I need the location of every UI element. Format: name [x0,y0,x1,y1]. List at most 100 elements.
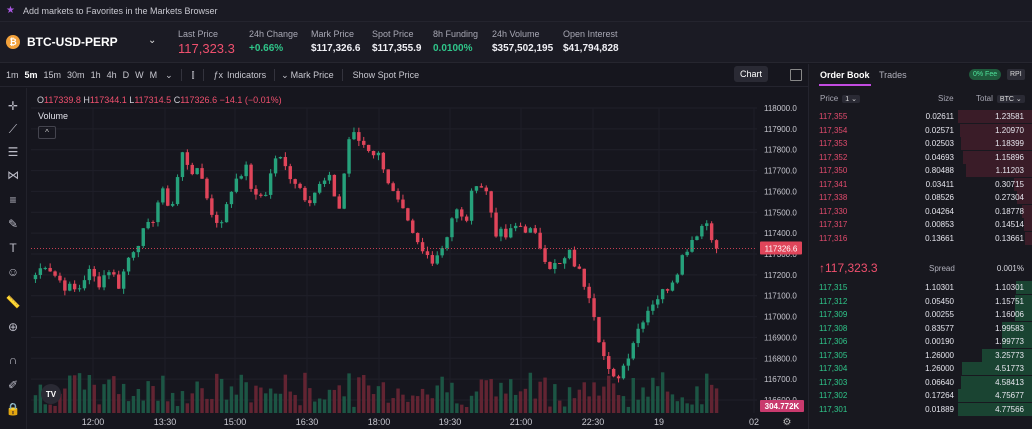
chevron-down-icon[interactable]: ⌄ [165,70,173,81]
lock-drawings-icon[interactable]: ✐ [5,377,21,393]
pattern-icon[interactable]: ⋈ [5,167,21,183]
volume-bar [660,372,665,413]
volume-bar [68,375,72,413]
zoom-in-icon[interactable]: ⊕ [5,319,21,335]
order-size: 0.01889 [925,404,954,414]
candle-body [229,191,234,205]
candle-body [631,343,635,359]
candle-body [509,228,513,238]
lock-icon[interactable]: 🔒 [5,401,21,417]
volume-bar [156,400,160,413]
candle-body [210,198,214,215]
volume-bar [675,401,680,413]
total-unit-value: BTC [999,96,1014,103]
chart-view-button[interactable]: Chart [734,66,768,82]
horizontal-lines-icon[interactable]: ☰ [5,144,21,160]
candle-body [494,212,498,237]
order-size: 0.02611 [925,112,954,121]
price-chart[interactable]: 118000.0 117900.0 117800.0 117700.0 117600.0… [27,88,807,429]
volume-bar [709,384,714,413]
candle-type-icon[interactable]: ⫿ [192,70,195,81]
order-price: 117,338 [819,193,848,202]
mark-price-button[interactable]: Mark Price [291,70,334,80]
timeframe-M[interactable]: M [150,70,158,80]
candle-body [102,275,106,288]
brush-icon[interactable]: ✎ [5,216,21,232]
magnet-icon[interactable]: ∩ [5,352,21,368]
volume-bar [401,394,405,413]
price-column-header: Price 1 ⌄ [820,94,860,103]
ask-row[interactable]: 117,316 0.13661 0.13661 [809,231,1032,246]
candle-body [141,228,145,246]
candle-body [347,139,351,174]
timeframe-1h[interactable]: 1h [91,70,101,80]
candle-body [151,221,155,223]
timeframe-15m[interactable]: 15m [44,70,62,80]
candle-body [185,152,190,165]
indicators-icon[interactable]: ƒx [214,70,224,80]
tab-order-book[interactable]: Order Book [820,70,870,80]
indicators-button[interactable]: Indicators [227,70,266,80]
text-tool-icon[interactable]: T [5,240,21,256]
candle-body [239,176,243,179]
fib-icon[interactable]: ≡ [5,192,21,208]
candle-body [401,199,405,209]
volume-bar [317,398,322,413]
emoji-icon[interactable]: ☺ [5,264,21,280]
timeframe-D[interactable]: D [123,70,130,80]
candle-body [293,179,297,184]
rpi-badge[interactable]: RPI [1007,69,1025,80]
volume-bar [513,394,518,413]
volume-bar [396,388,400,413]
order-size: 0.04264 [925,206,954,216]
x-tick-label: 12:00 [82,417,105,427]
volume-bar [244,382,248,413]
total-unit-select[interactable]: BTC ⌄ [996,95,1025,103]
candle-body [705,223,709,226]
tab-trades[interactable]: Trades [879,70,907,80]
candle-body [415,232,420,243]
order-total: 4.58413 [995,377,1024,387]
timeframe-5m[interactable]: 5m [25,70,38,80]
trendline-icon[interactable]: ⟋ [5,121,21,137]
show-spot-price-button[interactable]: Show Spot Price [353,70,420,80]
candle-body [288,166,292,180]
volume-bar [141,400,145,413]
chevron-down-icon[interactable]: ⌄ [148,35,156,46]
volume-bar [469,395,474,413]
volume-bar [322,399,327,413]
candle-body [420,242,425,252]
candle-body [121,271,126,289]
timeframe-30m[interactable]: 30m [67,70,85,80]
volume-bar [288,391,292,413]
tradingview-logo-text: TV [46,390,57,399]
timeframe-W[interactable]: W [135,70,144,80]
volume-bar [509,379,513,413]
candle-body [268,173,273,195]
mid-price: ↑117,323.3 [819,261,878,275]
candle-body [342,173,346,209]
bid-row[interactable]: 117,301 0.01889 4.77566 [809,402,1032,417]
collapse-legend-button[interactable]: ^ [38,126,56,139]
volume-bar [371,394,376,413]
order-total: 1.10301 [995,283,1024,292]
mark-price-chevron-icon[interactable]: ⌄ [281,70,289,81]
volume-bar [685,403,689,413]
candle-body [567,249,572,259]
crosshair-icon[interactable]: ✛ [5,98,21,114]
candle-body [538,232,542,249]
market-symbol[interactable]: BTC-USD-PERP [27,35,118,49]
candle-body [533,228,537,233]
candle-body [651,304,655,311]
order-total: 1.15896 [995,152,1024,162]
x-tick-label: 19:30 [439,417,462,427]
candle-body [445,237,449,249]
timeframe-4h[interactable]: 4h [107,70,117,80]
timeframe-1m[interactable]: 1m [6,70,19,80]
volume-bar [298,405,302,413]
ruler-icon[interactable]: 📏 [5,294,21,310]
order-price: 117,316 [819,233,848,243]
fullscreen-icon[interactable] [790,69,802,81]
order-total: 0.27304 [995,193,1024,202]
price-step-select[interactable]: 1 ⌄ [842,95,860,103]
